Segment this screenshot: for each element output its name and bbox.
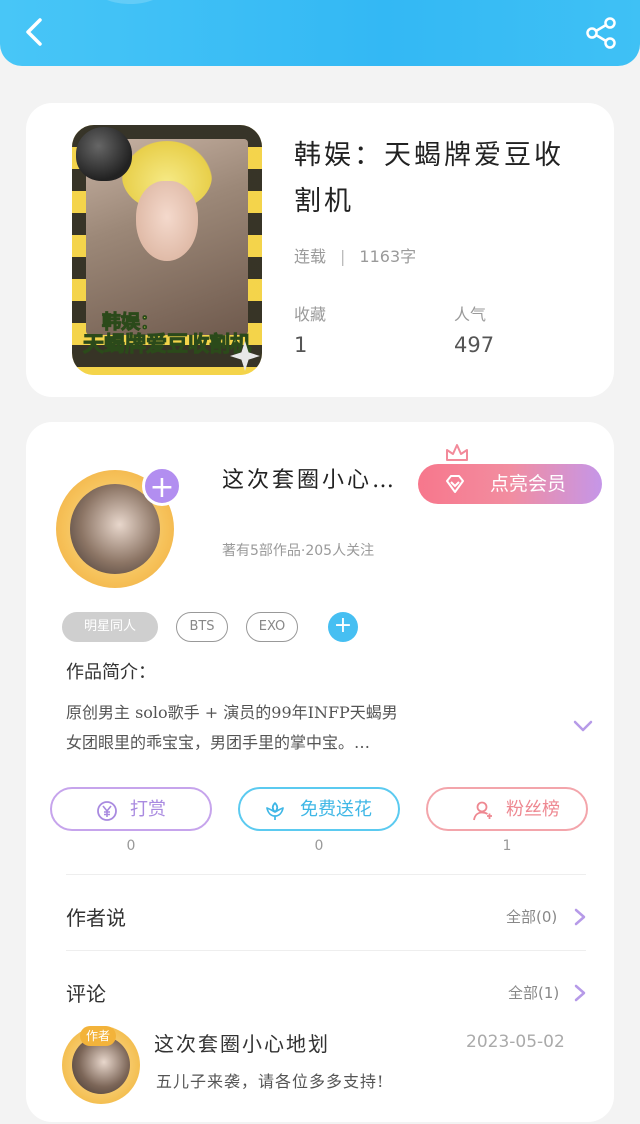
intro-line-1: 原创男主 solo歌手 + 演员的99年INFP天蝎男 xyxy=(66,703,398,722)
comment-date: 2023-05-02 xyxy=(466,1032,565,1052)
intro-line-2: 女团眼里的乖宝宝，男团手里的掌中宝。… xyxy=(66,733,371,752)
reward-label: 打赏 xyxy=(130,799,166,820)
comments-title: 评论 xyxy=(66,982,106,1006)
top-bar xyxy=(0,0,640,66)
flower-icon xyxy=(266,802,284,820)
book-status: 连载 xyxy=(294,247,327,266)
share-icon[interactable] xyxy=(584,16,618,50)
intro-heading: 作品简介： xyxy=(66,662,156,683)
yen-icon xyxy=(97,801,117,821)
book-detail-card: + 这次套圈小心… 点亮会员 著有5部作品·205人关注 明星同人 BTS EX… xyxy=(26,422,614,1122)
vip-label: 点亮会员 xyxy=(490,473,567,495)
author-name[interactable]: 这次套圈小心… xyxy=(222,462,397,494)
chevron-down-icon[interactable] xyxy=(572,718,594,734)
tag-0[interactable]: 明星同人 xyxy=(62,612,158,642)
commenter-name[interactable]: 这次套圈小心地划 xyxy=(154,1028,330,1057)
heart-icon xyxy=(76,127,132,181)
diamond-icon xyxy=(446,475,464,493)
comment-text: 五儿子来袭，请各位多多支持! xyxy=(156,1072,385,1091)
follow-author-button[interactable]: + xyxy=(142,466,182,506)
cover-text-line2: 天蝎牌爱豆收割机 xyxy=(83,331,252,356)
back-icon[interactable] xyxy=(18,14,54,50)
comments-all-link[interactable]: 全部(1) xyxy=(508,982,559,1003)
cover-text-line1: 韩娱： xyxy=(102,311,160,334)
book-meta: 连载 | 1163字 xyxy=(294,243,416,267)
intro-text: 原创男主 solo歌手 + 演员的99年INFP天蝎男 女团眼里的乖宝宝，男团手… xyxy=(66,698,546,758)
favorites-label: 收藏 xyxy=(294,305,327,324)
favorites-value: 1 xyxy=(294,333,308,357)
decorative-bubble xyxy=(90,0,170,4)
book-info-card: 韩娱： 天蝎牌爱豆收割机 韩娱：天蝎牌爱豆收割机 连载 | 1163字 收藏 1 人… xyxy=(26,103,614,397)
fan-ranking-label: 粉丝榜 xyxy=(506,799,560,820)
cover-title-text: 韩娱： 天蝎牌爱豆收割机 xyxy=(72,311,262,356)
send-flower-button[interactable]: 免费送花 xyxy=(238,787,400,831)
reward-button[interactable]: 打赏 xyxy=(50,787,212,831)
divider xyxy=(66,874,586,875)
author-summary: 著有5部作品·205人关注 xyxy=(222,543,375,559)
popularity-value: 497 xyxy=(454,333,495,357)
add-tag-button[interactable]: + xyxy=(328,612,358,642)
crown-icon xyxy=(446,444,468,461)
word-count: 1163字 xyxy=(359,247,417,266)
meta-separator: | xyxy=(340,247,346,266)
reward-count: 0 xyxy=(126,838,136,854)
tag-2[interactable]: EXO xyxy=(246,612,298,642)
author-says-all-link[interactable]: 全部(0) xyxy=(506,906,557,927)
vip-activate-button[interactable]: 点亮会员 xyxy=(418,464,602,504)
send-flower-label: 免费送花 xyxy=(300,799,372,820)
author-badge: 作者 xyxy=(80,1026,116,1046)
user-icon xyxy=(473,801,492,821)
book-cover[interactable]: 韩娱： 天蝎牌爱豆收割机 xyxy=(72,125,262,375)
book-title: 韩娱：天蝎牌爱豆收割机 xyxy=(294,140,564,217)
tag-1[interactable]: BTS xyxy=(176,612,228,642)
popularity-label: 人气 xyxy=(454,305,487,324)
fan-ranking-button[interactable]: 粉丝榜 xyxy=(426,787,588,831)
author-says-title: 作者说 xyxy=(66,906,126,930)
fan-count: 1 xyxy=(502,838,512,854)
flower-count: 0 xyxy=(314,838,324,854)
divider xyxy=(66,950,586,951)
chevron-right-icon[interactable] xyxy=(574,984,586,1002)
chevron-right-icon[interactable] xyxy=(574,908,586,926)
cover-face xyxy=(136,181,198,261)
